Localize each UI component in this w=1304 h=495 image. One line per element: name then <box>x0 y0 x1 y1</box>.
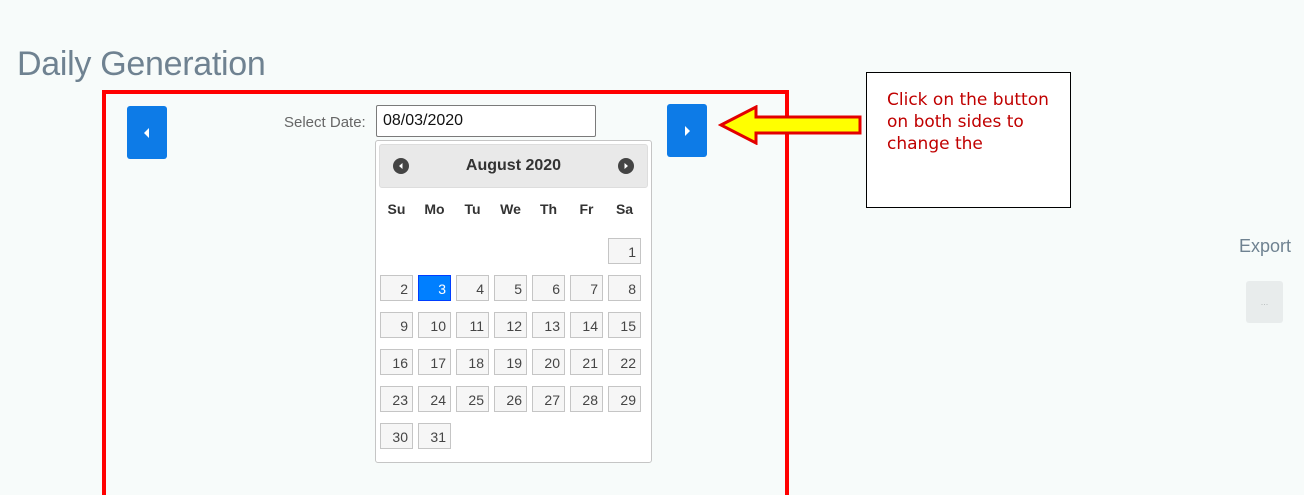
next-month-button[interactable] <box>618 158 634 174</box>
day-cell-selected[interactable]: 3 <box>418 275 451 301</box>
day-cell[interactable]: 4 <box>456 275 489 301</box>
instruction-callout: Click on the button on both sides to cha… <box>866 72 1071 208</box>
page-title: Daily Generation <box>17 45 266 83</box>
day-cell[interactable]: 22 <box>608 349 641 375</box>
day-cell[interactable]: 1 <box>608 238 641 264</box>
weekday-label: Fr <box>579 201 594 217</box>
month-title: August 2020 <box>465 157 562 174</box>
day-cell[interactable]: 29 <box>608 386 641 412</box>
day-cell[interactable]: 2 <box>380 275 413 301</box>
caret-left-icon <box>143 127 151 139</box>
export-button[interactable]: ... <box>1246 281 1283 323</box>
select-date-label: Select Date: <box>284 114 366 131</box>
weekday-label: Th <box>539 201 558 217</box>
day-cell[interactable]: 13 <box>532 312 565 338</box>
day-cell[interactable]: 18 <box>456 349 489 375</box>
day-cell[interactable]: 16 <box>380 349 413 375</box>
caret-right-icon <box>683 125 691 137</box>
day-cell[interactable]: 12 <box>494 312 527 338</box>
day-cell[interactable]: 6 <box>532 275 565 301</box>
day-cell[interactable]: 28 <box>570 386 603 412</box>
day-cell[interactable]: 30 <box>380 423 413 449</box>
export-label: Export <box>1239 236 1292 256</box>
day-cell[interactable]: 31 <box>418 423 451 449</box>
day-cell[interactable]: 25 <box>456 386 489 412</box>
day-cell[interactable]: 9 <box>380 312 413 338</box>
day-cell[interactable]: 20 <box>532 349 565 375</box>
weekday-label: Mo <box>424 201 445 217</box>
yellow-arrow-left-icon <box>717 104 863 150</box>
day-cell[interactable]: 11 <box>456 312 489 338</box>
previous-day-button[interactable] <box>127 106 167 159</box>
weekday-label: Su <box>387 201 406 217</box>
day-cell[interactable]: 23 <box>380 386 413 412</box>
datepicker-header: August 2020 <box>379 144 648 188</box>
day-cell[interactable]: 21 <box>570 349 603 375</box>
datepicker: August 2020 Su Mo Tu We Th Fr Sa 1234567… <box>375 140 652 463</box>
day-cell[interactable]: 7 <box>570 275 603 301</box>
weekday-label: We <box>500 201 521 217</box>
day-cell[interactable]: 8 <box>608 275 641 301</box>
date-input[interactable] <box>376 105 596 137</box>
day-cell[interactable]: 10 <box>418 312 451 338</box>
next-day-button[interactable] <box>667 104 707 157</box>
day-cell[interactable]: 15 <box>608 312 641 338</box>
day-cell[interactable]: 24 <box>418 386 451 412</box>
circle-arrow-right-icon <box>622 157 630 175</box>
day-cell[interactable]: 27 <box>532 386 565 412</box>
day-cell[interactable]: 19 <box>494 349 527 375</box>
day-cell[interactable]: 17 <box>418 349 451 375</box>
weekday-label: Sa <box>615 201 634 217</box>
day-cell[interactable]: 26 <box>494 386 527 412</box>
day-cell[interactable]: 5 <box>494 275 527 301</box>
weekday-label: Tu <box>464 201 481 217</box>
day-cell[interactable]: 14 <box>570 312 603 338</box>
